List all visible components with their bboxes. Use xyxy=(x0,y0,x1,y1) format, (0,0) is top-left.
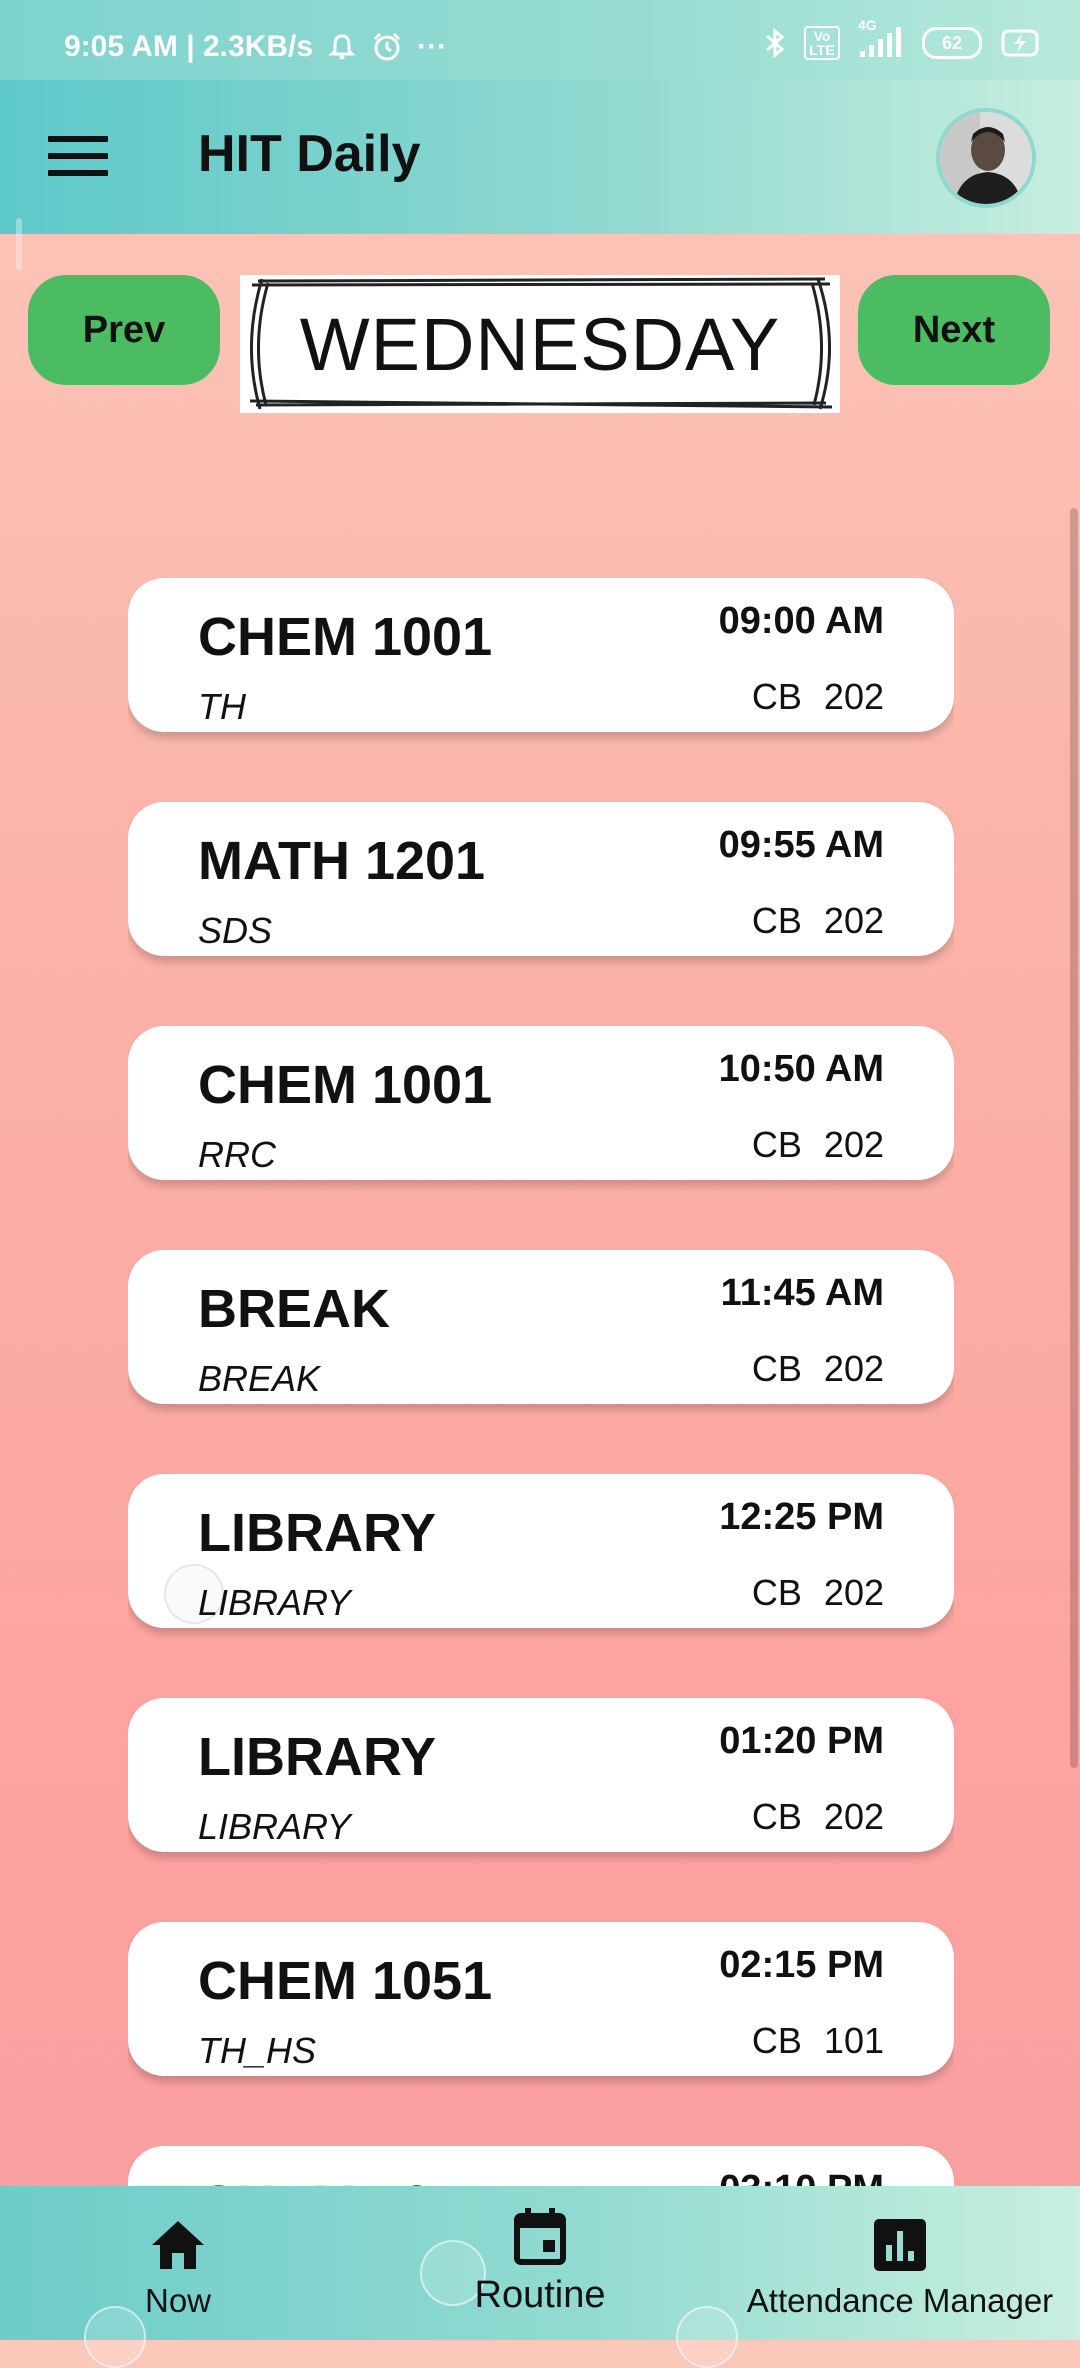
teacher-name: LIBRARY xyxy=(198,1806,351,1847)
room-info: CB 202 xyxy=(752,1796,884,1838)
class-time: 09:00 AM xyxy=(718,600,884,642)
room-number: 202 xyxy=(823,1796,884,1837)
building: CB xyxy=(751,1572,802,1613)
class-card[interactable]: MATH 1201 SDS 09:55 AM CB 202 xyxy=(128,802,954,956)
status-bar: 9:05 AM | 2.3KB/s ··· Vo LTE 4G 62 xyxy=(0,0,1080,80)
building: CB xyxy=(751,900,802,941)
nav-now-label: Now xyxy=(144,2282,212,2319)
alarm-clock-icon xyxy=(371,31,403,63)
status-more-dots: ··· xyxy=(417,30,448,63)
course-code: CHEM 1051 xyxy=(198,2174,492,2186)
hamburger-menu-icon[interactable] xyxy=(48,136,108,180)
touch-ripple xyxy=(676,2306,738,2368)
charging-icon xyxy=(1000,28,1040,58)
class-time: 11:45 AM xyxy=(720,1272,884,1314)
app-title: HIT Daily xyxy=(198,125,421,183)
day-display: WEDNESDAY xyxy=(240,275,840,413)
room-number: 202 xyxy=(823,1572,884,1613)
app-bar: HIT Daily xyxy=(0,80,1080,234)
home-icon xyxy=(150,2214,206,2276)
signal-icon: 4G xyxy=(858,17,904,59)
room-info: CB 202 xyxy=(752,1348,884,1390)
class-card[interactable]: LIBRARY LIBRARY 01:20 PM CB 202 xyxy=(128,1698,954,1852)
class-card[interactable]: CHEM 1051 TH_HS 02:15 PM CB 101 xyxy=(128,1922,954,2076)
room-number: 101 xyxy=(823,2020,884,2061)
building: CB xyxy=(751,1348,802,1389)
class-time: 02:15 PM xyxy=(719,1944,884,1986)
course-code: LIBRARY xyxy=(198,1727,436,1787)
prev-day-button[interactable]: Prev xyxy=(28,275,220,385)
class-card[interactable]: CHEM 1051 03:10 PM xyxy=(128,2146,954,2186)
room-number: 202 xyxy=(823,1124,884,1165)
day-label: WEDNESDAY xyxy=(299,302,781,386)
building: CB xyxy=(751,676,802,717)
status-time-speed: 9:05 AM | 2.3KB/s xyxy=(64,30,314,63)
course-code: CHEM 1001 xyxy=(198,1055,493,1115)
class-card[interactable]: CHEM 1001 RRC 10:50 AM CB 202 xyxy=(128,1026,954,1180)
next-day-button[interactable]: Next xyxy=(858,275,1050,385)
class-time: 12:25 PM xyxy=(719,1496,884,1538)
class-time: 01:20 PM xyxy=(719,1720,884,1762)
course-code: MATH 1201 xyxy=(198,831,486,891)
room-info: CB 202 xyxy=(752,676,884,718)
building: CB xyxy=(751,1124,802,1165)
class-card[interactable]: CHEM 1001 TH 09:00 AM CB 202 xyxy=(128,578,954,732)
bluetooth-icon xyxy=(764,27,786,59)
building: CB xyxy=(751,2020,802,2061)
class-time: 10:50 AM xyxy=(718,1048,884,1090)
room-info: CB 101 xyxy=(752,2020,884,2062)
nav-routine[interactable]: Routine xyxy=(440,2186,640,2340)
scrollbar[interactable] xyxy=(1070,508,1078,1768)
profile-avatar[interactable] xyxy=(936,108,1036,208)
room-number: 202 xyxy=(823,1348,884,1389)
schedule-list[interactable]: CHEM 1001 TH 09:00 AM CB 202 MATH 1201 SD… xyxy=(128,578,954,2186)
course-code: CHEM 1001 xyxy=(198,607,493,667)
class-card[interactable]: LIBRARY LIBRARY 12:25 PM CB 202 xyxy=(128,1474,954,1628)
class-time: 03:10 PM xyxy=(719,2168,884,2186)
nav-routine-label: Routine xyxy=(474,2274,606,2316)
teacher-name: RRC xyxy=(198,1134,276,1175)
teacher-name: BREAK xyxy=(198,1358,321,1399)
volte-badge: Vo LTE xyxy=(804,26,840,60)
calendar-icon xyxy=(513,2206,567,2268)
teacher-name: SDS xyxy=(198,910,273,951)
room-info: CB 202 xyxy=(752,1572,884,1614)
network-type: 4G xyxy=(858,17,877,33)
course-code: CHEM 1051 xyxy=(198,1951,493,2011)
bar-chart-icon xyxy=(874,2214,926,2276)
nav-attendance-label: Attendance Manager xyxy=(746,2282,1054,2319)
course-code: BREAK xyxy=(198,1279,391,1339)
nav-attendance-manager[interactable]: Attendance Manager xyxy=(740,2186,1060,2340)
status-left: 9:05 AM | 2.3KB/s ··· xyxy=(64,30,447,64)
room-info: CB 202 xyxy=(752,900,884,942)
nav-now[interactable]: Now xyxy=(118,2186,238,2340)
room-info: CB 202 xyxy=(752,1124,884,1166)
edge-indicator xyxy=(16,218,22,270)
silent-bell-icon xyxy=(327,32,357,62)
touch-ripple xyxy=(164,1564,224,1624)
class-time: 09:55 AM xyxy=(718,824,884,866)
teacher-name: TH xyxy=(198,686,246,727)
teacher-name: TH_HS xyxy=(198,2030,317,2071)
room-number: 202 xyxy=(823,676,884,717)
status-right: Vo LTE 4G 62 xyxy=(764,17,1040,60)
course-code: LIBRARY xyxy=(198,1503,436,1563)
battery-indicator: 62 xyxy=(922,27,982,59)
bottom-navigation: Now Routine Attendance Manager xyxy=(0,2186,1080,2368)
building: CB xyxy=(751,1796,802,1837)
class-card[interactable]: BREAK BREAK 11:45 AM CB 202 xyxy=(128,1250,954,1404)
room-number: 202 xyxy=(823,900,884,941)
